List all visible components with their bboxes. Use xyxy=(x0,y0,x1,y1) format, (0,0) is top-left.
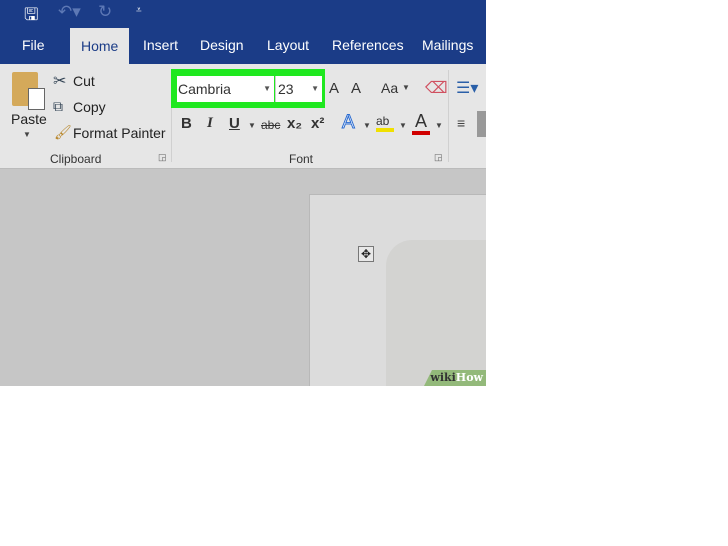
word-window: 🖫 ↶▾ ↻ ⩡ File Home Insert Design Layout … xyxy=(0,0,486,386)
tab-mailings[interactable]: Mailings xyxy=(422,37,473,53)
font-color-button[interactable]: A xyxy=(412,112,430,135)
ribbon-tabs: File Home Insert Design Layout Reference… xyxy=(0,28,486,64)
watermark-how: How xyxy=(455,371,483,384)
paste-icon-sheet xyxy=(28,88,45,110)
chevron-down-icon[interactable]: ▼ xyxy=(248,121,256,130)
copy-icon: ⧉ xyxy=(53,98,63,114)
tab-insert[interactable]: Insert xyxy=(143,37,178,53)
font-name-value: Cambria xyxy=(178,81,231,97)
font-size-value: 23 xyxy=(278,81,294,97)
font-group-label: Font xyxy=(289,152,314,166)
move-handle-icon[interactable]: ✥ xyxy=(358,246,374,262)
clear-formatting-icon[interactable]: ⌫ xyxy=(425,78,448,98)
format-painter-button[interactable]: Format Painter xyxy=(73,125,166,141)
scissors-icon: ✂ xyxy=(53,73,67,90)
copy-button[interactable]: Copy xyxy=(73,99,106,115)
page-content-area[interactable] xyxy=(386,240,486,386)
title-bar: 🖫 ↶▾ ↻ ⩡ xyxy=(0,0,486,28)
tab-layout[interactable]: Layout xyxy=(267,37,309,53)
paste-dropdown-icon[interactable]: ▼ xyxy=(23,130,31,139)
watermark-wiki: wiki xyxy=(430,371,456,384)
change-case-button[interactable]: Aa xyxy=(381,80,398,96)
cut-button[interactable]: Cut xyxy=(73,73,95,89)
clipboard-launcher-icon[interactable]: ◲ xyxy=(158,152,167,163)
tab-references[interactable]: References xyxy=(332,37,404,53)
font-size-combo[interactable]: 23 ▼ xyxy=(275,76,322,102)
tab-home[interactable]: Home xyxy=(70,28,130,64)
customize-icon[interactable]: ⩡ xyxy=(136,5,142,16)
chevron-down-icon[interactable]: ▼ xyxy=(363,121,371,130)
font-launcher-icon[interactable]: ◲ xyxy=(434,152,443,163)
bullets-icon[interactable]: ☰▾ xyxy=(456,78,478,98)
subscript-button[interactable]: x₂ xyxy=(287,115,302,132)
chevron-down-icon[interactable]: ▼ xyxy=(311,76,319,102)
strikethrough-button[interactable]: abc xyxy=(261,118,280,132)
highlight-button[interactable]: ab xyxy=(376,114,394,132)
superscript-button[interactable]: x² xyxy=(311,115,324,132)
text-effects-button[interactable]: A xyxy=(342,112,356,134)
bold-button[interactable]: B xyxy=(181,115,192,132)
wikihow-watermark: wikiHow xyxy=(424,370,486,386)
divider xyxy=(448,70,449,162)
redo-icon[interactable]: ↻ xyxy=(98,2,112,22)
save-icon[interactable]: 🖫 xyxy=(24,2,38,31)
tab-design[interactable]: Design xyxy=(200,37,244,53)
shrink-font-button[interactable]: A xyxy=(351,80,361,97)
underline-button[interactable]: U xyxy=(229,115,240,132)
grow-font-button[interactable]: A xyxy=(329,80,339,97)
chevron-down-icon[interactable]: ▼ xyxy=(399,121,407,130)
chevron-down-icon[interactable]: ▼ xyxy=(402,83,410,92)
align-center-icon[interactable] xyxy=(477,111,486,137)
chevron-down-icon[interactable]: ▼ xyxy=(435,121,443,130)
align-left-icon[interactable]: ≡ xyxy=(457,115,465,131)
chevron-down-icon[interactable]: ▼ xyxy=(263,76,271,102)
clipboard-group-label: Clipboard xyxy=(50,152,102,166)
format-painter-icon: 🖌 xyxy=(54,124,72,140)
italic-button[interactable]: I xyxy=(207,115,213,132)
font-name-combo[interactable]: Cambria ▼ xyxy=(177,76,274,102)
paste-button[interactable]: Paste xyxy=(11,111,47,127)
tab-file[interactable]: File xyxy=(22,37,45,53)
undo-icon[interactable]: ↶▾ xyxy=(58,2,81,22)
